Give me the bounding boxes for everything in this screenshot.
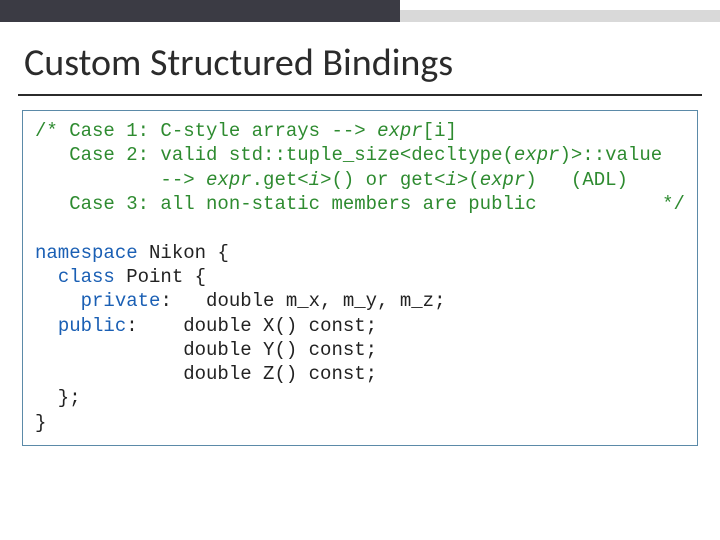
title-divider: [18, 94, 702, 96]
comment-text: >() or get<: [320, 169, 445, 191]
comment-expr: expr: [514, 144, 560, 166]
comment-expr: expr: [480, 169, 526, 191]
comment-text: ) (ADL): [525, 169, 628, 191]
code-indent: [35, 315, 58, 337]
code-line: }: [35, 411, 687, 435]
code-line: namespace Nikon {: [35, 241, 687, 265]
comment-expr: expr: [206, 169, 252, 191]
code-line: private: double m_x, m_y, m_z;: [35, 289, 687, 313]
top-accent-bar: [0, 0, 720, 22]
code-line: /* Case 1: C-style arrays --> expr[i]: [35, 119, 687, 143]
code-text: Nikon {: [138, 242, 229, 264]
code-line: Case 3: all non-static members are publi…: [35, 192, 687, 216]
comment-text: >(: [457, 169, 480, 191]
accent-dark: [0, 0, 400, 22]
accent-light: [400, 10, 720, 22]
keyword: namespace: [35, 242, 138, 264]
comment-i: i: [309, 169, 320, 191]
comment-text: /* Case 1: C-style arrays -->: [35, 120, 377, 142]
code-text: : double X() const;: [126, 315, 377, 337]
comment-text: -->: [35, 169, 206, 191]
code-indent: [35, 290, 81, 312]
code-text: : double m_x, m_y, m_z;: [160, 290, 445, 312]
keyword: private: [81, 290, 161, 312]
code-line: double Z() const;: [35, 362, 687, 386]
comment-text: [i]: [423, 120, 457, 142]
code-indent: [35, 266, 58, 288]
code-line: double Y() const;: [35, 338, 687, 362]
comment-i: i: [445, 169, 456, 191]
code-text: Point {: [115, 266, 206, 288]
keyword: public: [58, 315, 126, 337]
comment-text: Case 3: all non-static members are publi…: [35, 193, 685, 215]
code-line: Case 2: valid std::tuple_size<decltype(e…: [35, 143, 687, 167]
code-line: };: [35, 386, 687, 410]
comment-text: )>::value: [560, 144, 663, 166]
code-line: --> expr.get<i>() or get<i>(expr) (ADL): [35, 168, 687, 192]
slide: Custom Structured Bindings /* Case 1: C-…: [0, 0, 720, 540]
code-line: public: double X() const;: [35, 314, 687, 338]
comment-text: .get<: [252, 169, 309, 191]
keyword: class: [58, 266, 115, 288]
code-blank: [35, 216, 687, 240]
page-title: Custom Structured Bindings: [0, 22, 720, 94]
comment-text: Case 2: valid std::tuple_size<decltype(: [35, 144, 514, 166]
code-line: class Point {: [35, 265, 687, 289]
code-block: /* Case 1: C-style arrays --> expr[i] Ca…: [22, 110, 698, 446]
comment-expr: expr: [377, 120, 423, 142]
